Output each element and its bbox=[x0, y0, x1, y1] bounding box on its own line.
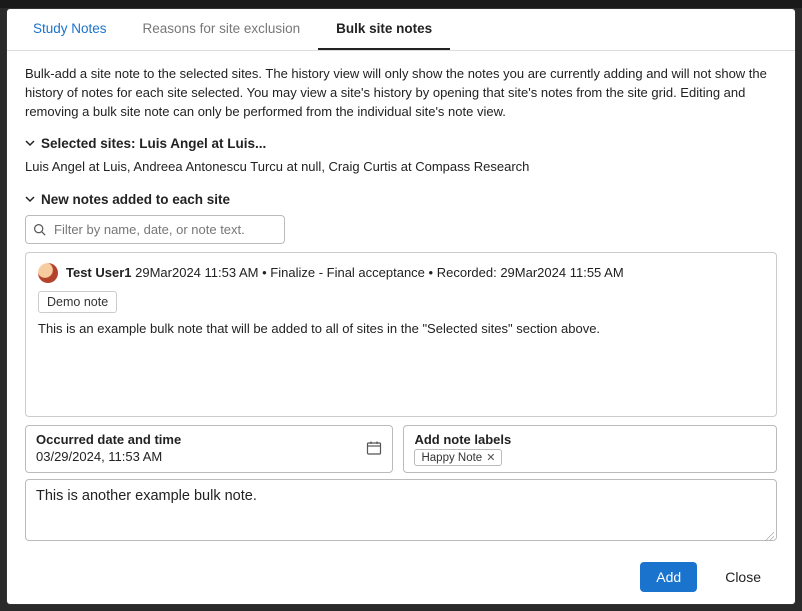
note-label-row: Demo note bbox=[38, 291, 764, 313]
tag-text: Happy Note bbox=[421, 452, 482, 464]
new-notes-header[interactable]: New notes added to each site bbox=[25, 192, 777, 207]
note-recorded-label: Recorded: bbox=[437, 265, 497, 280]
note-meta: Test User1 29Mar2024 11:53 AM • Finalize… bbox=[66, 265, 624, 280]
filter-input[interactable] bbox=[25, 215, 285, 244]
add-note-labels-field[interactable]: Add note labels Happy Note ✕ bbox=[403, 425, 777, 473]
calendar-icon[interactable] bbox=[366, 440, 382, 456]
selected-sites-header[interactable]: Selected sites: Luis Angel at Luis... bbox=[25, 136, 777, 151]
tab-bar: Study Notes Reasons for site exclusion B… bbox=[7, 9, 795, 51]
chevron-down-icon bbox=[25, 194, 35, 204]
bulk-site-notes-modal: Study Notes Reasons for site exclusion B… bbox=[6, 8, 796, 605]
bulk-description: Bulk-add a site note to the selected sit… bbox=[25, 65, 777, 122]
add-button[interactable]: Add bbox=[640, 562, 697, 592]
tab-bulk-site-notes[interactable]: Bulk site notes bbox=[318, 9, 450, 50]
tab-reasons-for-exclusion[interactable]: Reasons for site exclusion bbox=[125, 9, 319, 50]
modal-body: Bulk-add a site note to the selected sit… bbox=[7, 51, 795, 562]
filter-wrapper bbox=[25, 215, 285, 244]
background-nav bbox=[0, 0, 802, 8]
note-body-text: This is an example bulk note that will b… bbox=[38, 321, 764, 336]
new-notes-title: New notes added to each site bbox=[41, 192, 230, 207]
add-labels-label: Add note labels bbox=[414, 432, 766, 447]
chevron-down-icon bbox=[25, 138, 35, 148]
modal-footer: Add Close bbox=[7, 562, 795, 604]
notes-history-area: Test User1 29Mar2024 11:53 AM • Finalize… bbox=[25, 252, 777, 417]
note-textarea[interactable] bbox=[25, 479, 777, 541]
form-row: Occurred date and time 03/29/2024, 11:53… bbox=[25, 425, 777, 473]
occurred-label: Occurred date and time bbox=[36, 432, 382, 447]
selected-sites-list: Luis Angel at Luis, Andreea Antonescu Tu… bbox=[25, 159, 777, 174]
note-stage: Finalize - Final acceptance bbox=[270, 265, 425, 280]
note-header: Test User1 29Mar2024 11:53 AM • Finalize… bbox=[38, 263, 764, 283]
note-label-tag[interactable]: Happy Note ✕ bbox=[414, 449, 502, 466]
note-author: Test User1 bbox=[66, 265, 132, 280]
occurred-value: 03/29/2024, 11:53 AM bbox=[36, 449, 382, 464]
occurred-datetime-field[interactable]: Occurred date and time 03/29/2024, 11:53… bbox=[25, 425, 393, 473]
note-timestamp: 29Mar2024 11:53 AM bbox=[135, 265, 258, 280]
selected-sites-title: Selected sites: Luis Angel at Luis... bbox=[41, 136, 266, 151]
tab-study-notes[interactable]: Study Notes bbox=[15, 9, 125, 50]
note-textarea-wrapper bbox=[25, 479, 777, 544]
search-icon bbox=[33, 223, 46, 236]
note-label-chip[interactable]: Demo note bbox=[38, 291, 117, 313]
avatar bbox=[38, 263, 58, 283]
note-recorded-time: 29Mar2024 11:55 AM bbox=[500, 265, 623, 280]
remove-tag-icon[interactable]: ✕ bbox=[486, 451, 495, 464]
close-button[interactable]: Close bbox=[709, 562, 777, 592]
